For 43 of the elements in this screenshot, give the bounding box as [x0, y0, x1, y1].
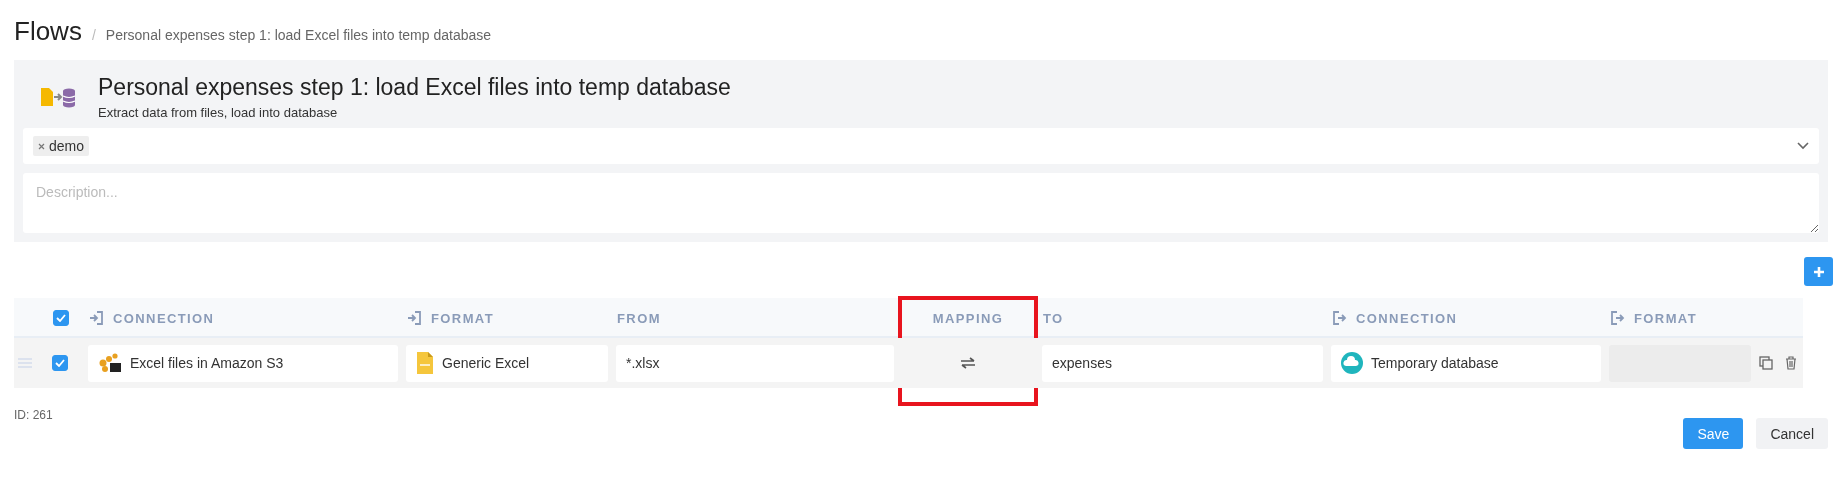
- to-field[interactable]: expenses: [1042, 344, 1323, 382]
- column-header: FORMAT: [431, 310, 495, 326]
- row-checkbox[interactable]: [52, 355, 68, 371]
- sign-in-icon: [89, 311, 104, 325]
- flow-subtitle: Extract data from files, load into database: [98, 105, 339, 120]
- tags-field[interactable]: demo: [23, 128, 1819, 164]
- close-icon[interactable]: [38, 142, 45, 150]
- sign-in-icon: [407, 311, 422, 325]
- spreadsheet-file-icon: [416, 351, 434, 375]
- cancel-button[interactable]: Cancel: [1756, 418, 1828, 449]
- source-format-field[interactable]: Generic Excel: [406, 344, 608, 382]
- breadcrumb-root[interactable]: Flows: [14, 16, 82, 47]
- breadcrumb-current: Personal expenses step 1: load Excel files into temp database: [105, 27, 492, 43]
- add-button[interactable]: [1804, 257, 1833, 286]
- checkmark-icon: [56, 314, 66, 322]
- flow-id: ID: 261: [14, 408, 54, 422]
- column-header: FORMAT: [1634, 310, 1698, 326]
- flow-title: Personal expenses step 1: load Excel files into temp database: [98, 74, 731, 101]
- tag-chip[interactable]: demo: [33, 136, 90, 156]
- cloud-database-icon: [1341, 352, 1363, 374]
- swap-arrows-icon[interactable]: [960, 357, 976, 369]
- trash-icon[interactable]: [1785, 356, 1797, 370]
- checkmark-icon: [55, 359, 65, 367]
- copy-icon[interactable]: [1759, 356, 1773, 370]
- column-header: MAPPING: [932, 310, 1004, 326]
- plus-icon: [1812, 265, 1825, 278]
- select-all-checkbox[interactable]: [53, 310, 69, 326]
- column-header: CONNECTION: [113, 310, 215, 326]
- chevron-down-icon[interactable]: [1797, 142, 1809, 150]
- tag-label: demo: [49, 138, 85, 154]
- drag-handle-icon[interactable]: [18, 358, 32, 368]
- column-header: FROM: [617, 310, 661, 326]
- sign-out-icon: [1332, 311, 1347, 325]
- column-header: TO: [1043, 310, 1064, 326]
- column-header: CONNECTION: [1356, 310, 1458, 326]
- file-to-database-icon: [40, 86, 76, 108]
- target-connection-field[interactable]: Temporary database: [1331, 344, 1601, 382]
- cubes-icon: [98, 353, 122, 373]
- description-field[interactable]: Description...: [23, 173, 1819, 233]
- from-field[interactable]: *.xlsx: [616, 344, 894, 382]
- breadcrumb-separator: /: [91, 27, 96, 43]
- source-connection-field[interactable]: Excel files in Amazon S3: [88, 344, 398, 382]
- sign-out-icon: [1610, 311, 1625, 325]
